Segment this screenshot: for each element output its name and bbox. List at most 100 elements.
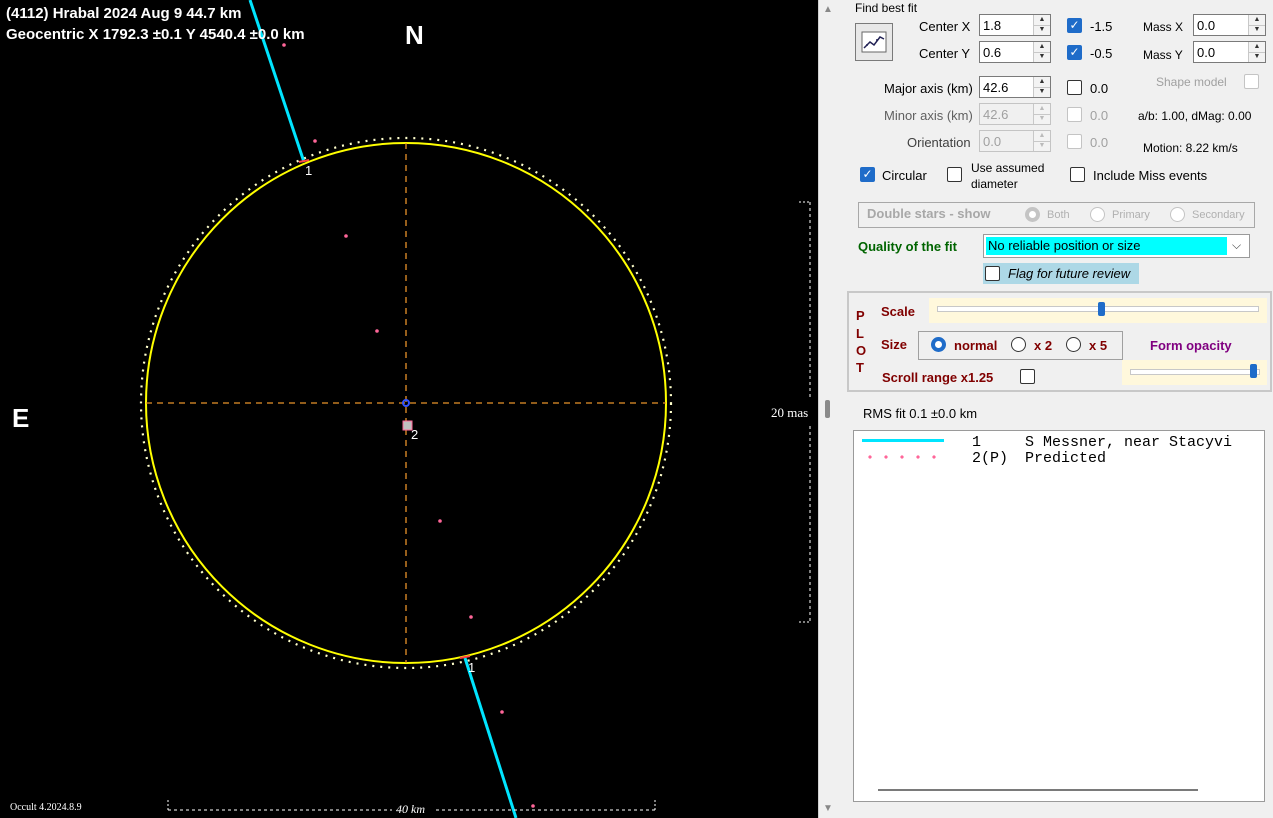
- plot-title-line2: Geocentric X 1792.3 ±0.1 Y 4540.4 ±0.0 k…: [6, 26, 305, 43]
- ab-dmag-text: a/b: 1.00, dMag: 0.00: [1138, 109, 1252, 123]
- plot-letter-o: O: [856, 343, 867, 358]
- orientation-check-label: 0.0: [1090, 135, 1109, 150]
- minor-axis-spinner[interactable]: 42.6 ▲ ▼: [979, 103, 1051, 125]
- legend-chord-swatch: [862, 439, 944, 442]
- legend-row-2-num: 2(P): [972, 450, 1009, 467]
- mass-x-spinner[interactable]: 0.0 ▲ ▼: [1193, 14, 1266, 36]
- legend-row-1-text: S Messner, near Stacyvi: [1025, 434, 1233, 451]
- minor-axis-checkbox[interactable]: [1067, 107, 1082, 122]
- center-y-checkbox[interactable]: ✓: [1067, 45, 1082, 60]
- spin-down-icon[interactable]: ▼: [1034, 25, 1050, 35]
- right-scale-label: 20 mas: [771, 405, 809, 420]
- chevron-down-icon: ⌵: [1232, 238, 1242, 252]
- center-x-value: 1.8: [983, 18, 1002, 33]
- motion-text: Motion: 8.22 km/s: [1143, 141, 1238, 155]
- legend-horizontal-scrollbar[interactable]: [878, 789, 1198, 791]
- orientation-checkbox[interactable]: [1067, 134, 1082, 149]
- radio-secondary-label: Secondary: [1192, 209, 1245, 221]
- center-x-checkbox[interactable]: ✓: [1067, 18, 1082, 33]
- legend-row-2-text: Predicted: [1025, 450, 1107, 467]
- plot-letter-p: P: [856, 308, 865, 323]
- form-opacity-slider-thumb[interactable]: [1250, 364, 1257, 378]
- circular-checkbox[interactable]: ✓: [860, 167, 875, 182]
- radio-primary[interactable]: [1090, 207, 1105, 222]
- size-label: Size: [881, 337, 908, 352]
- radio-secondary[interactable]: [1170, 207, 1185, 222]
- form-opacity-label: Form opacity: [1150, 338, 1232, 353]
- center-y-label: Center Y: [919, 46, 971, 61]
- include-miss-label: Include Miss events: [1093, 168, 1208, 183]
- center-y-spinner[interactable]: 0.6 ▲ ▼: [979, 41, 1051, 63]
- minor-axis-value: 42.6: [983, 107, 1009, 122]
- legend-row-1-num: 1: [972, 434, 982, 451]
- rms-fit-label: RMS fit 0.1 ±0.0 km: [863, 406, 978, 421]
- major-axis-label: Major axis (km): [884, 81, 973, 96]
- major-axis-check-label: 0.0: [1090, 81, 1109, 96]
- scroll-range-label: Scroll range x1.25: [882, 370, 994, 385]
- find-best-fit-label: Find best fit: [855, 1, 918, 15]
- mass-y-spinner[interactable]: 0.0 ▲ ▼: [1193, 41, 1266, 63]
- radio-primary-label: Primary: [1112, 209, 1150, 221]
- chord-legend-list[interactable]: 1 S Messner, near Stacyvi 2(P) Predicted: [853, 430, 1265, 802]
- find-best-fit-button[interactable]: [855, 23, 893, 61]
- scale-label: Scale: [881, 304, 915, 319]
- center-x-label: Center X: [919, 19, 971, 34]
- major-axis-checkbox[interactable]: [1067, 80, 1082, 95]
- form-opacity-slider[interactable]: [1122, 360, 1267, 385]
- chord-1-bottom-label: 1: [468, 660, 476, 675]
- scrollbar-thumb[interactable]: [825, 400, 830, 418]
- quality-selected-value: No reliable position or size: [988, 238, 1141, 253]
- double-stars-label: Double stars - show: [867, 206, 991, 221]
- center-y-value: 0.6: [983, 45, 1002, 60]
- quality-dropdown[interactable]: No reliable position or size ⌵: [983, 234, 1250, 258]
- spin-down-icon[interactable]: ▼: [1249, 25, 1265, 35]
- orientation-spinner[interactable]: 0.0 ▲ ▼: [979, 130, 1051, 152]
- scale-slider-thumb[interactable]: [1098, 302, 1105, 316]
- spin-down-icon[interactable]: ▼: [1034, 114, 1050, 124]
- flag-review-label: Flag for future review: [1008, 266, 1131, 281]
- use-assumed-diameter-checkbox[interactable]: [947, 167, 962, 182]
- legend-predicted-swatch: [862, 455, 944, 459]
- scroll-up-arrow-icon[interactable]: ▲: [823, 4, 833, 15]
- occultation-plot[interactable]: (4112) Hrabal 2024 Aug 9 44.7 km Geocent…: [0, 0, 818, 818]
- major-axis-spinner[interactable]: 42.6 ▲ ▼: [979, 76, 1051, 98]
- use-assumed-label-line2: diameter: [971, 177, 1018, 191]
- use-assumed-label-line1: Use assumed: [971, 161, 1045, 175]
- vertical-scrollbar[interactable]: ▲ ▼: [818, 0, 837, 818]
- plot-letter-l: L: [856, 326, 864, 341]
- radio-both[interactable]: [1025, 207, 1040, 222]
- chord-1-bottom-line: [463, 657, 518, 818]
- mass-y-label: Mass Y: [1143, 48, 1183, 62]
- size-x2-radio[interactable]: [1011, 337, 1026, 352]
- mass-x-value: 0.0: [1197, 18, 1216, 33]
- orientation-label: Orientation: [907, 135, 971, 150]
- minor-axis-check-label: 0.0: [1090, 108, 1109, 123]
- spin-down-icon[interactable]: ▼: [1034, 141, 1050, 151]
- flag-review-checkbox[interactable]: [985, 266, 1000, 281]
- size-normal-radio[interactable]: [931, 337, 946, 352]
- scale-slider[interactable]: [929, 298, 1267, 323]
- spin-down-icon[interactable]: ▼: [1034, 87, 1050, 97]
- scale-bar-label: 40 km: [396, 802, 425, 816]
- spin-down-icon[interactable]: ▼: [1034, 52, 1050, 62]
- circular-label: Circular: [882, 168, 927, 183]
- center-x-spinner[interactable]: 1.8 ▲ ▼: [979, 14, 1051, 36]
- size-x2-label: x 2: [1034, 338, 1053, 353]
- mass-y-value: 0.0: [1197, 45, 1216, 60]
- chord-1-top-label: 1: [305, 163, 313, 178]
- plot-title-line1: (4112) Hrabal 2024 Aug 9 44.7 km: [6, 5, 242, 22]
- spin-down-icon[interactable]: ▼: [1249, 52, 1265, 62]
- shape-model-checkbox[interactable]: [1244, 74, 1259, 89]
- version-label: Occult 4.2024.8.9: [10, 802, 82, 813]
- scroll-range-checkbox[interactable]: [1020, 369, 1035, 384]
- plot-canvas: [139, 0, 811, 818]
- scroll-down-arrow-icon[interactable]: ▼: [823, 803, 833, 814]
- radio-both-label: Both: [1047, 209, 1070, 221]
- north-label: N: [405, 20, 424, 50]
- minor-axis-label: Minor axis (km): [884, 108, 973, 123]
- center-y-check-label: -0.5: [1090, 46, 1113, 61]
- size-x5-radio[interactable]: [1066, 337, 1081, 352]
- mass-x-label: Mass X: [1143, 20, 1184, 34]
- include-miss-checkbox[interactable]: [1070, 167, 1085, 182]
- quality-label: Quality of the fit: [858, 239, 957, 254]
